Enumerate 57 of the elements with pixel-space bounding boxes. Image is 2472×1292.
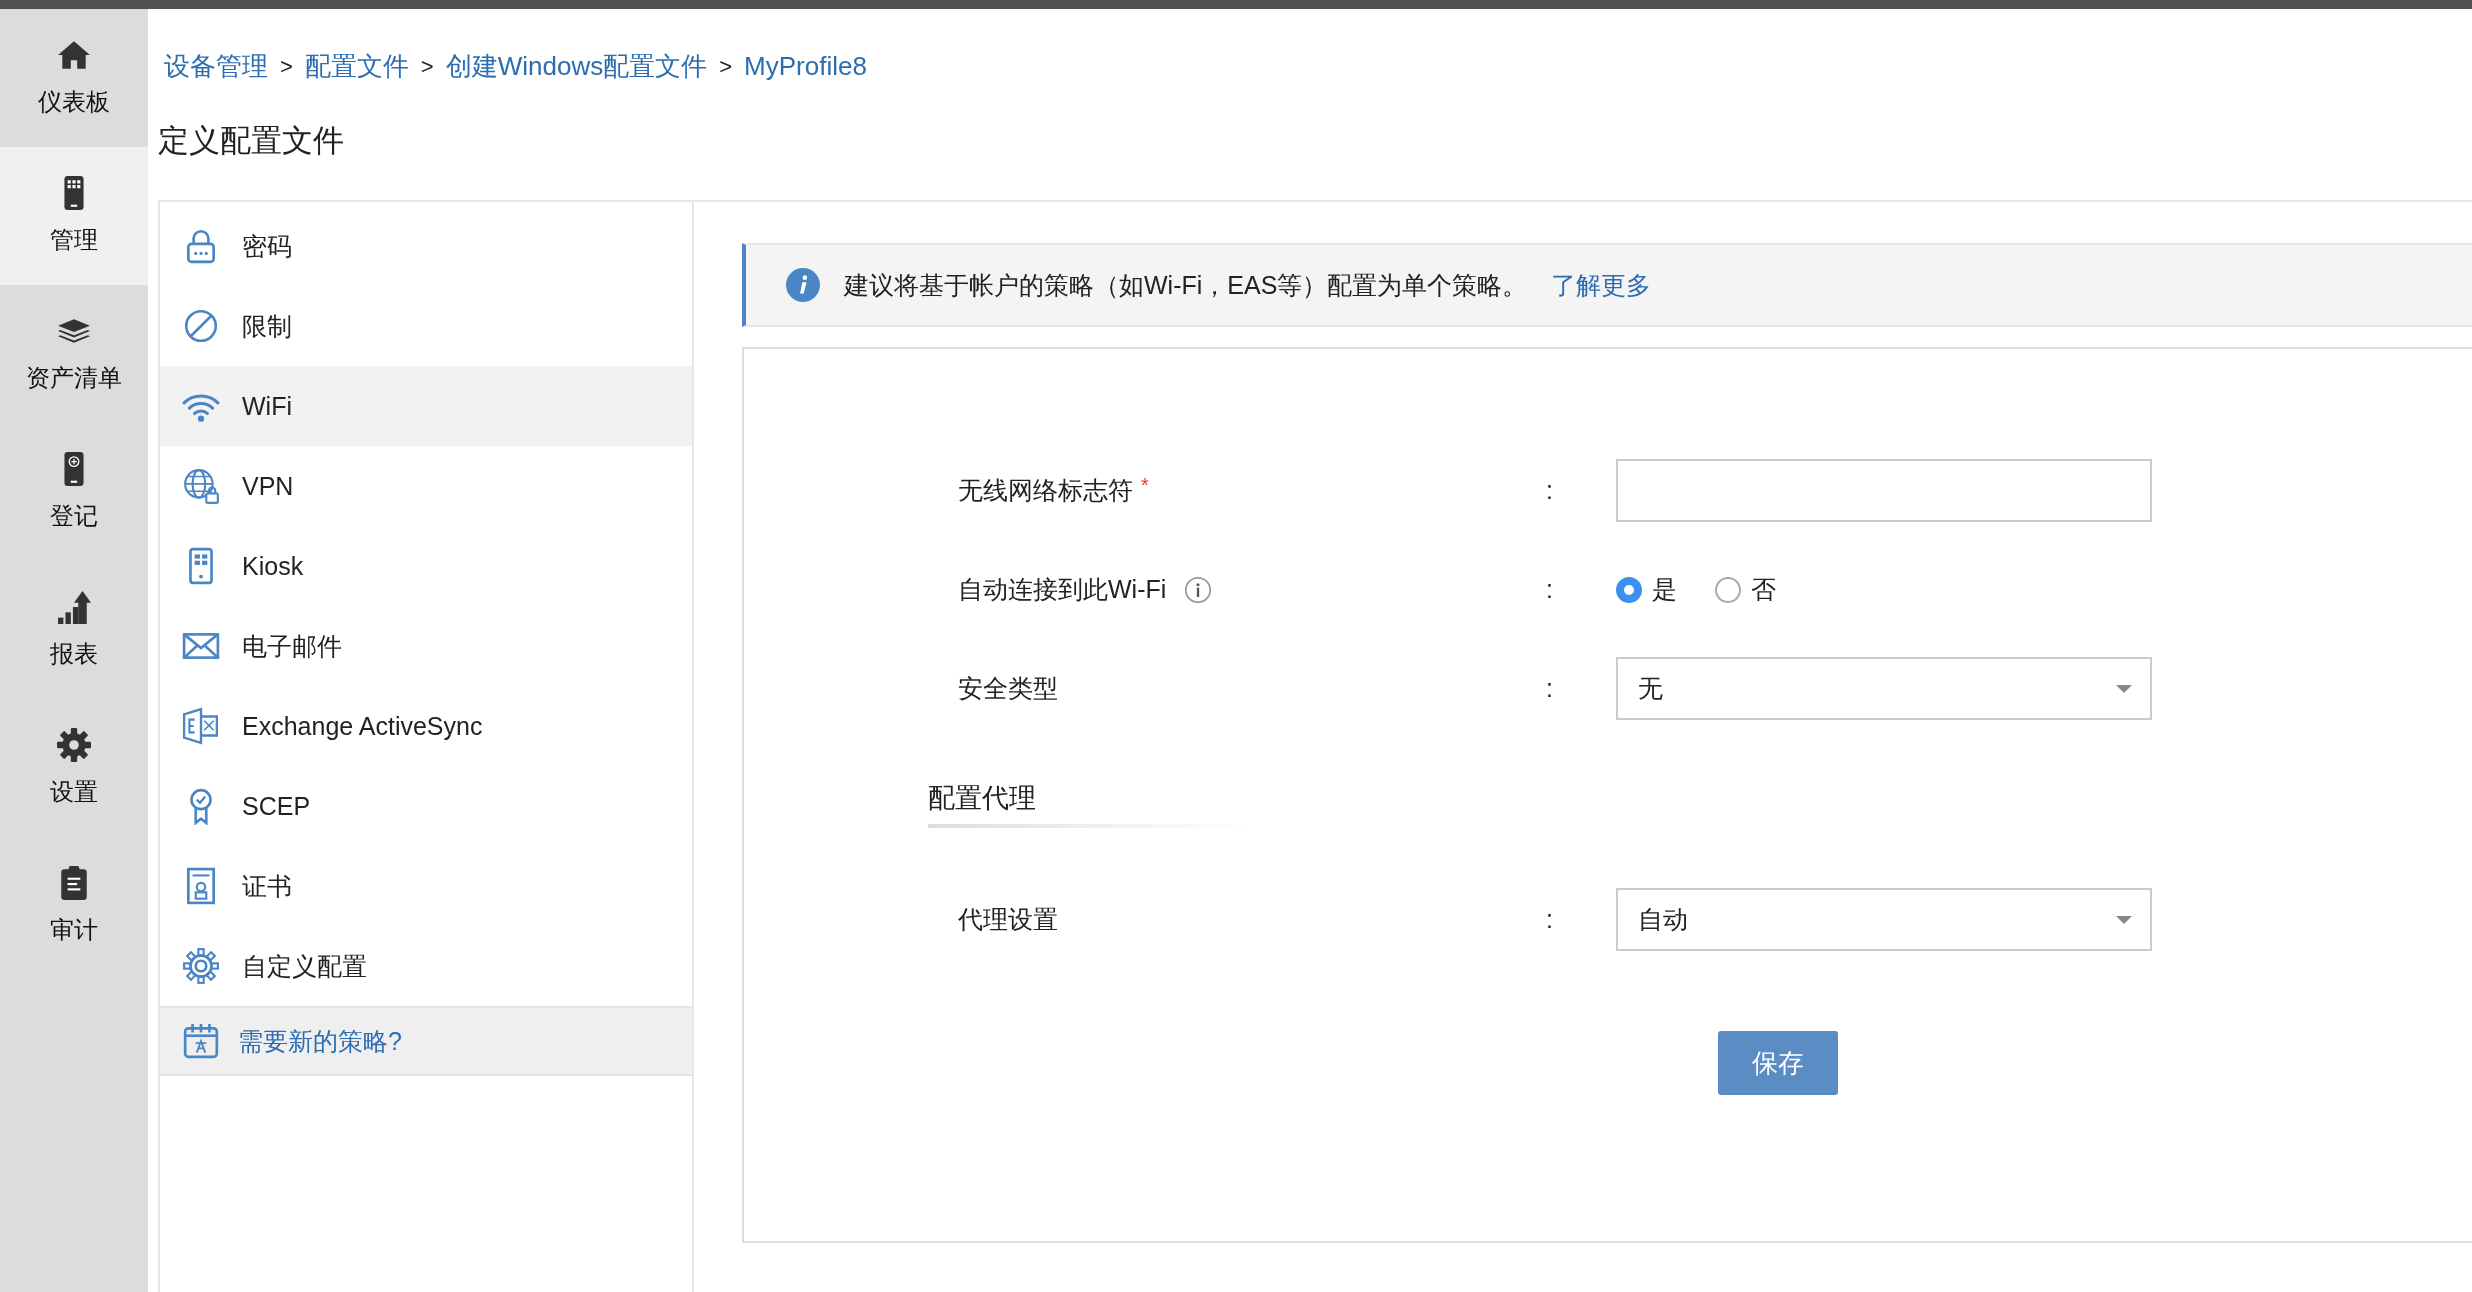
policy-menu-item[interactable]: VPN	[160, 446, 692, 526]
save-button[interactable]: 保存	[1718, 1031, 1838, 1095]
nav-item[interactable]: 资产清单	[0, 285, 148, 423]
colon: :	[1546, 476, 1554, 505]
gear-icon	[182, 947, 220, 985]
nav-item[interactable]: 报表	[0, 561, 148, 699]
policy-menu-item[interactable]: WiFi	[160, 366, 692, 446]
nav-item[interactable]: 审计	[0, 837, 148, 975]
dropdown-select[interactable]: 自动	[1616, 888, 2152, 951]
globe-lock-icon	[182, 467, 220, 505]
page-title: 定义配置文件	[158, 122, 345, 160]
breadcrumb-link[interactable]: 配置文件	[304, 49, 409, 84]
bar-chart-icon	[57, 590, 91, 624]
field-label: 无线网络标志符	[958, 475, 1133, 506]
policy-menu-item[interactable]: 电子邮件	[160, 606, 692, 686]
breadcrumb-separator: >	[420, 53, 434, 80]
policy-menu-item[interactable]: 自定义配置	[160, 926, 692, 1006]
radio-label[interactable]: 否	[1751, 573, 1776, 606]
breadcrumb-separator: >	[280, 53, 293, 80]
field-label: 代理设置	[958, 904, 1058, 935]
nav-item[interactable]: 设置	[0, 699, 148, 837]
field-label: 自动连接到此Wi-Fi	[958, 574, 1167, 605]
info-icon	[786, 268, 820, 302]
dropdown-caret-icon	[2116, 684, 2132, 693]
breadcrumb-link[interactable]: MyProfile8	[744, 51, 867, 82]
new-policy-link[interactable]: 需要新的策略?	[160, 1006, 692, 1076]
policy-menu-item[interactable]: 证书	[160, 846, 692, 926]
policy-menu-item[interactable]: Kiosk	[160, 526, 692, 606]
policy-menu-item[interactable]: 限制	[160, 286, 692, 366]
policy-menu-item[interactable]: 密码	[160, 206, 692, 286]
calendar-icon	[182, 1022, 220, 1060]
policy-menu-item[interactable]: SCEP	[160, 766, 692, 846]
dropdown-caret-icon	[2116, 915, 2132, 924]
colon: :	[1546, 575, 1554, 604]
radio-button[interactable]	[1715, 576, 1741, 603]
banner-text: 建议将基于帐户的策略（如Wi-Fi，EAS等）配置为单个策略。	[844, 269, 1528, 301]
breadcrumb-link[interactable]: 创建Windows配置文件	[445, 49, 708, 84]
radio-label[interactable]: 是	[1652, 573, 1677, 606]
breadcrumb-separator: >	[719, 53, 733, 80]
nav-item[interactable]: 仪表板	[0, 9, 148, 147]
radio-button[interactable]	[1616, 576, 1642, 603]
dropdown-select[interactable]: 无	[1616, 657, 2152, 720]
field-label: 安全类型	[958, 673, 1058, 704]
policy-menu-item[interactable]: Exchange ActiveSync	[160, 686, 692, 766]
prohibited-icon	[182, 307, 220, 345]
text-input-field[interactable]	[1616, 459, 2152, 522]
colon: :	[1546, 905, 1554, 934]
info-icon[interactable]	[1184, 575, 1213, 604]
breadcrumb-link[interactable]: 设备管理	[164, 49, 268, 84]
required-mark: *	[1141, 474, 1149, 497]
section-heading: 配置代理	[928, 782, 1036, 815]
nav-item[interactable]: 管理	[0, 147, 148, 285]
learn-more-link[interactable]: 了解更多	[1551, 268, 1652, 302]
colon: :	[1546, 674, 1554, 703]
gear-icon	[57, 728, 91, 762]
nav-item[interactable]: 登记	[0, 423, 148, 561]
exchange-icon	[182, 707, 220, 745]
